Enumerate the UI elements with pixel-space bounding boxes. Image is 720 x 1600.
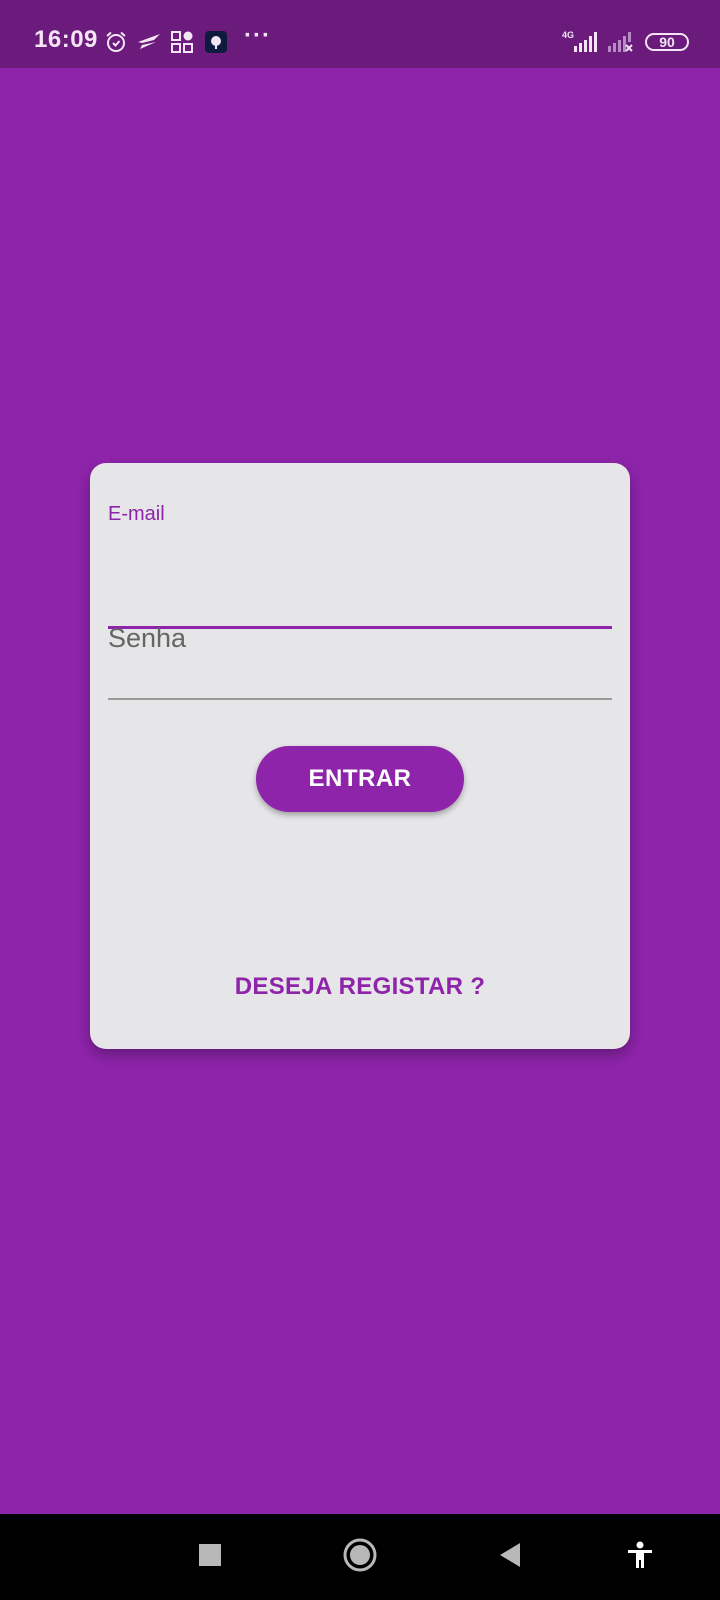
home-icon <box>343 1538 377 1577</box>
status-bar: 16:09 ··· 4G 90 <box>0 0 720 68</box>
airplane-icon <box>136 30 162 59</box>
email-field[interactable]: E-mail <box>108 503 612 629</box>
login-card: E-mail Senha ENTRAR DESEJA REGISTAR ? <box>90 463 630 1049</box>
app-notification-icon <box>204 30 228 59</box>
email-label: E-mail <box>108 503 165 525</box>
more-notifications-icon: ··· <box>244 22 271 49</box>
signal-no-service-icon <box>606 32 634 57</box>
login-button[interactable]: ENTRAR <box>256 746 464 812</box>
home-button[interactable] <box>340 1514 380 1600</box>
back-icon <box>498 1542 522 1573</box>
status-time: 16:09 <box>34 26 98 53</box>
register-link[interactable]: DESEJA REGISTAR ? <box>90 973 630 1001</box>
battery-indicator: 90 <box>645 33 689 51</box>
password-underline <box>108 698 612 700</box>
apps-icon <box>170 30 194 59</box>
accessibility-icon <box>627 1541 653 1574</box>
back-button[interactable] <box>490 1514 530 1600</box>
navigation-bar <box>0 1514 720 1600</box>
password-placeholder: Senha <box>108 623 187 653</box>
recents-button[interactable] <box>190 1514 230 1600</box>
recents-icon <box>199 1543 221 1571</box>
password-field[interactable]: Senha <box>108 623 612 713</box>
alarm-icon <box>104 30 128 59</box>
signal-icon <box>570 32 598 57</box>
accessibility-button[interactable] <box>620 1514 660 1600</box>
